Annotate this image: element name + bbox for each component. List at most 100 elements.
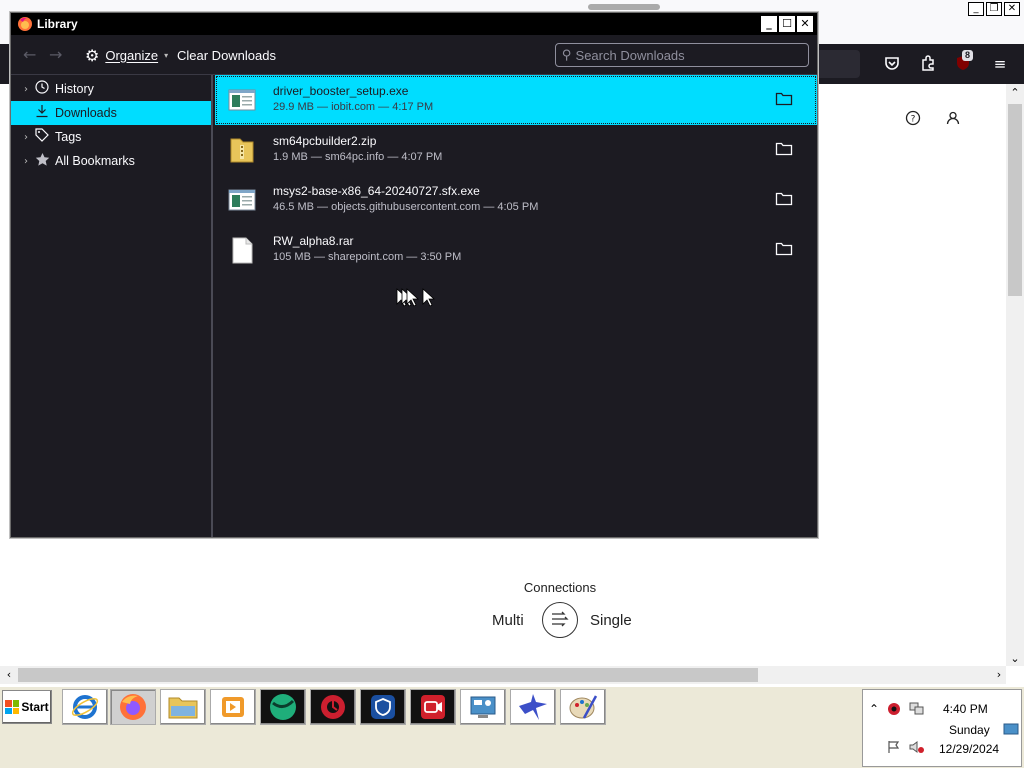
search-input[interactable] xyxy=(575,47,796,63)
chevron-right-icon[interactable]: › xyxy=(19,132,33,143)
folder-icon xyxy=(168,697,198,719)
maximize-button[interactable]: ☐ xyxy=(779,16,795,32)
arrows-icon xyxy=(552,611,569,627)
menu-icon[interactable]: ≡ xyxy=(990,54,1010,74)
forward-button[interactable]: → xyxy=(49,45,62,64)
internet-explorer-icon xyxy=(71,695,99,719)
control-panel-icon xyxy=(470,696,496,718)
download-filename: RW_alpha8.rar xyxy=(273,234,354,248)
download-details: 1.9 MB — sm64pc.info — 4:07 PM xyxy=(273,151,443,163)
back-button[interactable]: ← xyxy=(23,45,36,64)
taskbar-app-firefox[interactable] xyxy=(110,689,156,725)
pocket-icon[interactable] xyxy=(882,54,902,74)
clock-date: 12/29/2024 xyxy=(939,742,1000,756)
exe-file-icon xyxy=(228,89,256,111)
download-details: 29.9 MB — iobit.com — 4:17 PM xyxy=(273,101,434,113)
taskbar-app-paint[interactable] xyxy=(560,689,606,725)
connections-label: Connections xyxy=(523,580,597,595)
close-button[interactable]: ✕ xyxy=(797,16,813,32)
library-titlebar[interactable]: Library _ ☐ ✕ xyxy=(11,13,817,35)
scroll-right-arrow[interactable]: › xyxy=(992,668,1006,682)
system-tray: ⌃ 4:40 PM Sunday 12/29/2024 xyxy=(862,689,1022,767)
minimize-button[interactable]: _ xyxy=(761,16,777,32)
browser-window-controls: _ ❐ ✕ xyxy=(968,2,1020,16)
downloads-list: driver_booster_setup.exe 29.9 MB — iobit… xyxy=(215,75,817,537)
svg-text:?: ? xyxy=(911,115,916,125)
action-center-flag-icon[interactable] xyxy=(887,740,901,757)
connections-toggle[interactable] xyxy=(542,602,578,638)
library-sidebar: › History Downloads › Tags › All Bookmar… xyxy=(11,75,213,537)
taskbar-app-control-panel[interactable] xyxy=(460,689,506,725)
download-item[interactable]: msys2-base-x86_64-20240727.sfx.exe 46.5 … xyxy=(215,175,817,225)
bird-icon xyxy=(519,694,547,720)
show-desktop-icon[interactable] xyxy=(1003,722,1019,739)
paint-palette-icon xyxy=(569,695,598,719)
chevron-down-icon: ▾ xyxy=(164,50,169,60)
firefox-icon xyxy=(18,17,32,31)
start-button[interactable]: Start xyxy=(2,690,52,724)
sidebar-item-label: Tags xyxy=(55,130,82,144)
folder-icon[interactable] xyxy=(775,91,793,107)
search-icon: ⚲ xyxy=(562,47,572,63)
sidebar-item-label: All Bookmarks xyxy=(55,154,135,168)
clock-icon xyxy=(33,80,51,98)
scroll-up-arrow[interactable]: ⌃ xyxy=(1008,86,1022,100)
globe-app-icon xyxy=(270,694,296,720)
restore-button[interactable]: ❐ xyxy=(986,2,1002,16)
close-button[interactable]: ✕ xyxy=(1004,2,1020,16)
sidebar-item-history[interactable]: › History xyxy=(11,77,211,101)
taskbar-app-globe[interactable] xyxy=(260,689,306,725)
library-toolbar: ← → ⚙ Organize ▾ Clear Downloads ⚲ xyxy=(11,35,817,75)
windows-logo-icon xyxy=(5,700,20,714)
clear-downloads-button[interactable]: Clear Downloads xyxy=(177,48,276,63)
taskbar-app-file-explorer[interactable] xyxy=(160,689,206,725)
sidebar-item-tags[interactable]: › Tags xyxy=(11,125,211,149)
driver-booster-tray-icon[interactable] xyxy=(887,702,901,719)
taskbar-app-bird[interactable] xyxy=(510,689,556,725)
sidebar-item-all-bookmarks[interactable]: › All Bookmarks xyxy=(11,149,211,173)
minimize-button[interactable]: _ xyxy=(968,2,984,16)
firefox-icon xyxy=(120,694,146,720)
extensions-icon[interactable] xyxy=(918,54,938,74)
show-hidden-icons-chevron-icon[interactable]: ⌃ xyxy=(869,702,879,716)
taskbar-app-media-player[interactable] xyxy=(210,689,256,725)
download-item[interactable]: RW_alpha8.rar 105 MB — sharepoint.com — … xyxy=(215,225,817,275)
library-window-controls: _ ☐ ✕ xyxy=(761,16,813,32)
clock-time[interactable]: 4:40 PM xyxy=(943,702,988,716)
screen-recorder-icon xyxy=(421,695,445,719)
sidebar-item-downloads[interactable]: Downloads xyxy=(11,101,211,125)
window-title: Library xyxy=(37,17,78,31)
account-icon[interactable] xyxy=(944,110,962,128)
chevron-right-icon[interactable]: › xyxy=(19,84,33,95)
scroll-left-arrow[interactable]: ‹ xyxy=(2,668,16,682)
folder-icon[interactable] xyxy=(775,191,793,207)
blank-file-icon xyxy=(232,237,253,264)
download-filename: driver_booster_setup.exe xyxy=(273,84,409,98)
taskbar-app-screen-recorder[interactable] xyxy=(410,689,456,725)
chevron-right-icon[interactable]: › xyxy=(19,156,33,167)
taskbar-app-internet-explorer[interactable] xyxy=(62,689,108,725)
scroll-down-arrow[interactable]: ⌄ xyxy=(1008,652,1022,666)
browser-tab-indicator[interactable] xyxy=(588,4,660,10)
organize-label: Organize xyxy=(105,47,159,63)
download-item[interactable]: driver_booster_setup.exe 29.9 MB — iobit… xyxy=(215,75,817,125)
taskbar-app-driver-booster[interactable] xyxy=(310,689,356,725)
download-details: 105 MB — sharepoint.com — 3:50 PM xyxy=(273,251,462,263)
tag-icon xyxy=(33,128,51,146)
horizontal-scroll-thumb[interactable] xyxy=(18,668,758,682)
vertical-scroll-thumb[interactable] xyxy=(1008,104,1022,296)
mouse-cursor-trail-icon xyxy=(396,288,435,307)
help-icon[interactable]: ? xyxy=(904,110,922,128)
volume-muted-icon[interactable] xyxy=(909,740,925,757)
download-filename: msys2-base-x86_64-20240727.sfx.exe xyxy=(273,184,480,198)
folder-icon[interactable] xyxy=(775,241,793,257)
start-label: Start xyxy=(21,700,49,714)
zip-file-icon xyxy=(230,138,254,163)
network-icon[interactable] xyxy=(909,702,925,719)
search-box[interactable]: ⚲ xyxy=(555,43,809,67)
folder-icon[interactable] xyxy=(775,141,793,157)
multi-label: Multi xyxy=(492,612,524,629)
download-item[interactable]: sm64pcbuilder2.zip 1.9 MB — sm64pc.info … xyxy=(215,125,817,175)
taskbar-app-shield[interactable] xyxy=(360,689,406,725)
organize-button[interactable]: ⚙ Organize ▾ xyxy=(81,43,172,67)
